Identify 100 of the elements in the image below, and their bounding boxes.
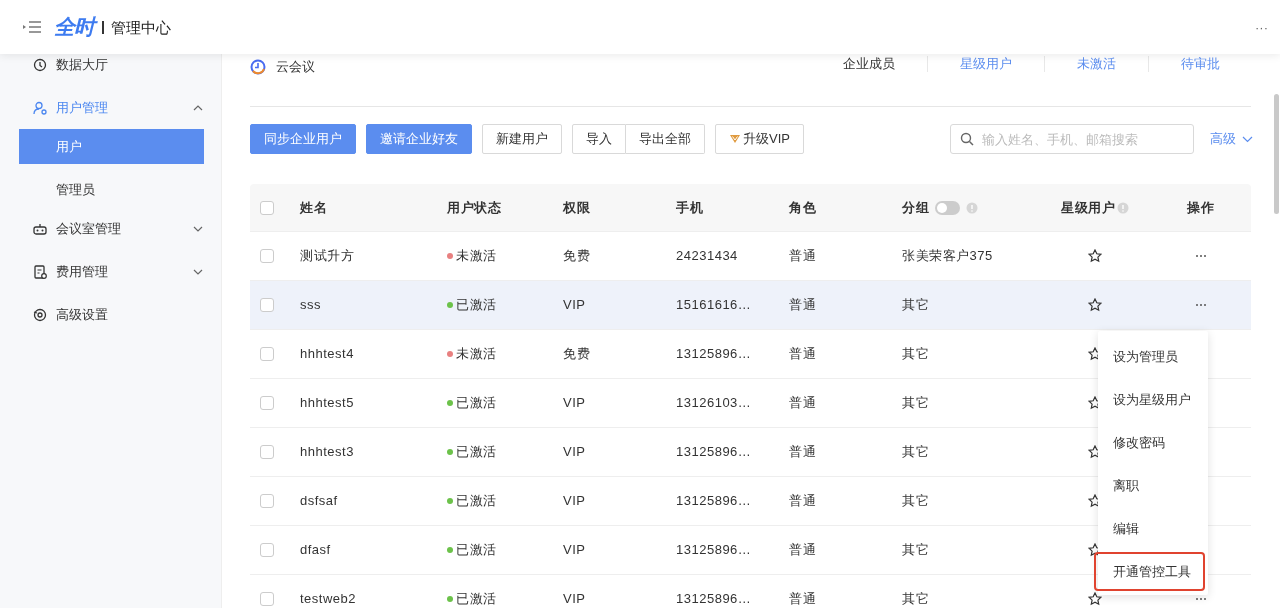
table-cell-text: 其它: [902, 445, 930, 459]
table-cell-text: 15161616…: [676, 298, 753, 312]
menu-item[interactable]: 离职: [1098, 464, 1208, 507]
table-cell-text: VIP: [563, 592, 587, 606]
table-cell-text: 普通: [789, 347, 817, 361]
table-cell: 未激活: [456, 347, 497, 361]
table-cell-text: 其它: [902, 494, 930, 508]
table-cell-text: 张美荣客户375: [902, 249, 994, 263]
product-name: 云会议: [276, 58, 315, 76]
chevron-down-icon: [193, 268, 203, 275]
table-cell-text: 13125896…: [676, 445, 753, 459]
table-cell-text: VIP: [563, 494, 587, 508]
sidebar-item[interactable]: 高级设置: [0, 293, 221, 336]
table-cell-text: 测试升方: [300, 249, 355, 263]
menu-item[interactable]: 开通管控工具: [1094, 552, 1205, 591]
toggle-switch[interactable]: [935, 200, 960, 215]
product-logo-icon: [250, 59, 266, 75]
checkbox[interactable]: [260, 445, 274, 459]
table-cell-text: testweb2: [300, 592, 358, 606]
nav-icon: [33, 100, 47, 115]
table-cell-text: VIP: [563, 396, 587, 410]
table-cell-text: hhhtest4: [300, 347, 355, 361]
table-cell: 未激活: [456, 249, 497, 263]
table-cell: 已激活: [456, 494, 497, 508]
table-cell: 已激活: [456, 298, 497, 312]
checkbox[interactable]: [260, 592, 274, 606]
table-cell-text: dfasf: [300, 543, 332, 557]
more-icon[interactable]: [1194, 597, 1207, 601]
table-cell-text: 其它: [902, 347, 930, 361]
page-title: 管理中心: [102, 20, 171, 34]
upgrade-vip-button[interactable]: 升级VIP: [715, 124, 804, 154]
more-icon[interactable]: [1194, 254, 1207, 258]
table-cell-text: hhhtest3: [300, 445, 355, 459]
table-cell-text: VIP: [563, 298, 587, 312]
menu-item[interactable]: 编辑: [1098, 507, 1208, 550]
star-icon[interactable]: [1088, 298, 1102, 312]
checkbox[interactable]: [260, 200, 274, 215]
table-cell-text: 13125896…: [676, 592, 753, 606]
menu-item[interactable]: 设为星级用户: [1098, 378, 1208, 421]
sidebar-item[interactable]: 费用管理: [0, 250, 221, 293]
checkbox[interactable]: [260, 249, 274, 263]
column-header: 操作: [1187, 200, 1214, 215]
button[interactable]: 导入: [572, 124, 626, 154]
nav-icon: [33, 264, 47, 279]
table-cell-text: 普通: [789, 445, 817, 459]
table-cell-text: 普通: [789, 592, 817, 606]
search-field[interactable]: 输入姓名、手机、邮箱搜索: [950, 124, 1194, 154]
table-cell: 已激活: [456, 445, 497, 459]
star-icon[interactable]: [1088, 592, 1102, 606]
nav-icon: [33, 221, 47, 236]
more-icon[interactable]: ···: [1255, 19, 1268, 35]
search-icon: [960, 132, 974, 146]
table-cell-text: 普通: [789, 298, 817, 312]
button[interactable]: 新建用户: [482, 124, 562, 154]
checkbox[interactable]: [260, 298, 274, 312]
button[interactable]: 导出全部: [626, 124, 705, 154]
table-cell-text: sss: [300, 298, 322, 312]
scrollbar-thumb[interactable]: [1274, 94, 1279, 214]
table-cell-text: 24231434: [676, 249, 739, 263]
menu-item[interactable]: 设为管理员: [1098, 335, 1208, 378]
table-cell-text: dsfsaf: [300, 494, 339, 508]
table-cell-text: 普通: [789, 494, 817, 508]
table-cell-text: 普通: [789, 249, 817, 263]
info-icon: [1117, 201, 1129, 214]
table-cell-text: 普通: [789, 396, 817, 410]
table-cell-text: 普通: [789, 543, 817, 557]
checkbox[interactable]: [260, 543, 274, 557]
chevron-up-icon: [193, 104, 203, 111]
menu-icon[interactable]: [22, 20, 42, 34]
table-cell-text: VIP: [563, 445, 587, 459]
menu-item[interactable]: 修改密码: [1098, 421, 1208, 464]
checkbox[interactable]: [260, 396, 274, 410]
sidebar-item[interactable]: 数据大厅: [0, 54, 221, 86]
nav-icon: [33, 307, 47, 322]
column-header: 分组: [902, 200, 929, 215]
checkbox[interactable]: [260, 494, 274, 508]
sidebar-item[interactable]: 用户管理: [0, 86, 221, 129]
table-cell: 已激活: [456, 396, 497, 410]
column-header: 权限: [563, 200, 591, 215]
sidebar-subitem[interactable]: 管理员: [19, 172, 204, 207]
star-icon[interactable]: [1088, 249, 1102, 263]
more-icon[interactable]: [1194, 303, 1207, 307]
table-cell-text: 13125896…: [676, 494, 753, 508]
table-cell-text: 免费: [563, 249, 591, 263]
table-cell: 已激活: [456, 543, 497, 557]
column-header: 星级用户: [1061, 200, 1115, 215]
column-header: 角色: [789, 200, 817, 215]
tab[interactable]: 企业成员: [811, 56, 927, 72]
table-cell-text: 13125896…: [676, 347, 753, 361]
checkbox[interactable]: [260, 347, 274, 361]
table-cell-text: hhhtest5: [300, 396, 355, 410]
chevron-down-icon: [1242, 135, 1253, 143]
sidebar-item[interactable]: 会议室管理: [0, 207, 221, 250]
diamond-icon: [729, 134, 741, 144]
column-header: 姓名: [300, 200, 328, 215]
table-cell-text: 其它: [902, 592, 930, 606]
table-cell-text: 其它: [902, 543, 930, 557]
chevron-down-icon: [193, 225, 203, 232]
table-cell-text: 13125896…: [676, 543, 753, 557]
column-header: 手机: [676, 200, 704, 215]
